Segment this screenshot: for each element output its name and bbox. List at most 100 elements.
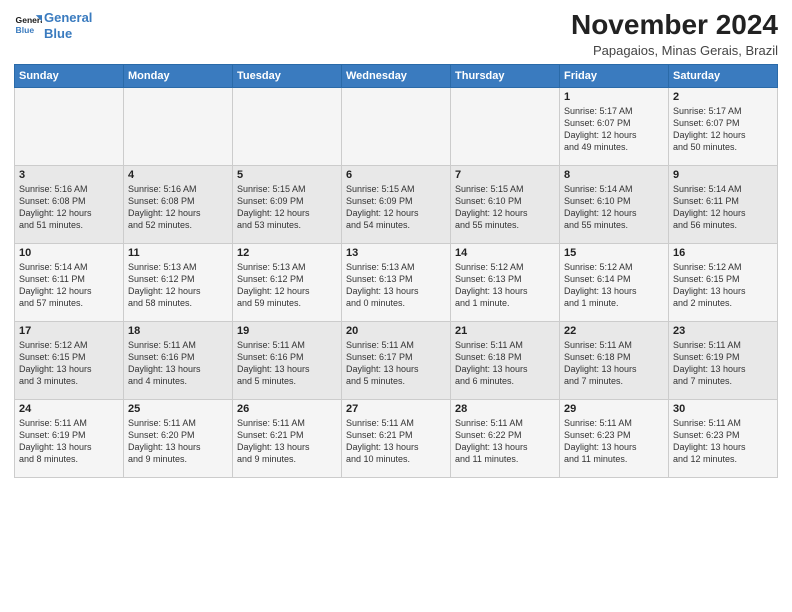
- calendar-cell: 2 Sunrise: 5:17 AM Sunset: 6:07 PM Daylig…: [669, 87, 778, 165]
- calendar-cell: [342, 87, 451, 165]
- calendar-cell: 7 Sunrise: 5:15 AM Sunset: 6:10 PM Daylig…: [451, 165, 560, 243]
- calendar-cell: 1 Sunrise: 5:17 AM Sunset: 6:07 PM Daylig…: [560, 87, 669, 165]
- day-info: Sunrise: 5:13 AM Sunset: 6:13 PM Dayligh…: [346, 261, 446, 310]
- day-info: Sunrise: 5:13 AM Sunset: 6:12 PM Dayligh…: [237, 261, 337, 310]
- day-info: Sunrise: 5:11 AM Sunset: 6:23 PM Dayligh…: [564, 417, 664, 466]
- calendar-cell: 9Sunrise: 5:14 AM Sunset: 6:11 PM Daylig…: [669, 165, 778, 243]
- calendar-cell: 5 Sunrise: 5:15 AM Sunset: 6:09 PM Daylig…: [233, 165, 342, 243]
- logo-text: General Blue: [44, 10, 92, 41]
- day-number: 9: [673, 169, 773, 181]
- weekday-header-friday: Friday: [560, 64, 669, 87]
- calendar-cell: 22 Sunrise: 5:11 AM Sunset: 6:18 PM Dayli…: [560, 321, 669, 399]
- day-number: 18: [128, 325, 228, 337]
- day-number: 15: [564, 247, 664, 259]
- title-block: November 2024 Papagaios, Minas Gerais, B…: [571, 10, 778, 58]
- calendar-cell: 25 Sunrise: 5:11 AM Sunset: 6:20 PM Dayli…: [124, 399, 233, 477]
- calendar-cell: 26Sunrise: 5:11 AM Sunset: 6:21 PM Dayli…: [233, 399, 342, 477]
- day-number: 4: [128, 169, 228, 181]
- day-number: 5: [237, 169, 337, 181]
- day-info: Sunrise: 5:11 AM Sunset: 6:22 PM Dayligh…: [455, 417, 555, 466]
- day-number: 21: [455, 325, 555, 337]
- calendar-cell: 24 Sunrise: 5:11 AM Sunset: 6:19 PM Dayli…: [15, 399, 124, 477]
- weekday-header-monday: Monday: [124, 64, 233, 87]
- day-info: Sunrise: 5:12 AM Sunset: 6:15 PM Dayligh…: [19, 339, 119, 388]
- day-number: 7: [455, 169, 555, 181]
- day-number: 28: [455, 403, 555, 415]
- weekday-header-saturday: Saturday: [669, 64, 778, 87]
- day-info: Sunrise: 5:11 AM Sunset: 6:16 PM Dayligh…: [128, 339, 228, 388]
- calendar-cell: 20Sunrise: 5:11 AM Sunset: 6:17 PM Dayli…: [342, 321, 451, 399]
- calendar-container: General Blue General Blue November 2024 …: [0, 0, 792, 488]
- day-number: 27: [346, 403, 446, 415]
- day-info: Sunrise: 5:11 AM Sunset: 6:20 PM Dayligh…: [128, 417, 228, 466]
- calendar-cell: 21 Sunrise: 5:11 AM Sunset: 6:18 PM Dayli…: [451, 321, 560, 399]
- day-number: 25: [128, 403, 228, 415]
- day-info: Sunrise: 5:11 AM Sunset: 6:16 PM Dayligh…: [237, 339, 337, 388]
- week-row-4: 17Sunrise: 5:12 AM Sunset: 6:15 PM Dayli…: [15, 321, 778, 399]
- day-number: 23: [673, 325, 773, 337]
- weekday-header-thursday: Thursday: [451, 64, 560, 87]
- day-info: Sunrise: 5:11 AM Sunset: 6:18 PM Dayligh…: [455, 339, 555, 388]
- week-row-5: 24 Sunrise: 5:11 AM Sunset: 6:19 PM Dayli…: [15, 399, 778, 477]
- day-number: 14: [455, 247, 555, 259]
- calendar-cell: 6 Sunrise: 5:15 AM Sunset: 6:09 PM Daylig…: [342, 165, 451, 243]
- day-info: Sunrise: 5:15 AM Sunset: 6:09 PM Dayligh…: [346, 183, 446, 232]
- day-info: Sunrise: 5:12 AM Sunset: 6:14 PM Dayligh…: [564, 261, 664, 310]
- calendar-cell: [451, 87, 560, 165]
- calendar-cell: 29 Sunrise: 5:11 AM Sunset: 6:23 PM Dayli…: [560, 399, 669, 477]
- calendar-table: SundayMondayTuesdayWednesdayThursdayFrid…: [14, 64, 778, 478]
- day-info: Sunrise: 5:11 AM Sunset: 6:19 PM Dayligh…: [673, 339, 773, 388]
- calendar-cell: 11 Sunrise: 5:13 AM Sunset: 6:12 PM Dayli…: [124, 243, 233, 321]
- calendar-title: November 2024: [571, 10, 778, 41]
- weekday-row: SundayMondayTuesdayWednesdayThursdayFrid…: [15, 64, 778, 87]
- calendar-cell: 17Sunrise: 5:12 AM Sunset: 6:15 PM Dayli…: [15, 321, 124, 399]
- day-info: Sunrise: 5:15 AM Sunset: 6:10 PM Dayligh…: [455, 183, 555, 232]
- day-number: 6: [346, 169, 446, 181]
- day-info: Sunrise: 5:13 AM Sunset: 6:12 PM Dayligh…: [128, 261, 228, 310]
- calendar-cell: 28 Sunrise: 5:11 AM Sunset: 6:22 PM Dayli…: [451, 399, 560, 477]
- calendar-cell: 30Sunrise: 5:11 AM Sunset: 6:23 PM Dayli…: [669, 399, 778, 477]
- day-number: 2: [673, 91, 773, 103]
- calendar-subtitle: Papagaios, Minas Gerais, Brazil: [571, 43, 778, 58]
- weekday-header-wednesday: Wednesday: [342, 64, 451, 87]
- calendar-body: 1 Sunrise: 5:17 AM Sunset: 6:07 PM Daylig…: [15, 87, 778, 477]
- day-info: Sunrise: 5:11 AM Sunset: 6:19 PM Dayligh…: [19, 417, 119, 466]
- day-number: 16: [673, 247, 773, 259]
- day-info: Sunrise: 5:16 AM Sunset: 6:08 PM Dayligh…: [128, 183, 228, 232]
- day-info: Sunrise: 5:17 AM Sunset: 6:07 PM Dayligh…: [673, 105, 773, 154]
- day-number: 29: [564, 403, 664, 415]
- day-info: Sunrise: 5:11 AM Sunset: 6:18 PM Dayligh…: [564, 339, 664, 388]
- svg-text:Blue: Blue: [16, 25, 35, 35]
- logo-line2: Blue: [44, 26, 72, 41]
- logo-icon: General Blue: [14, 12, 42, 40]
- calendar-cell: 19 Sunrise: 5:11 AM Sunset: 6:16 PM Dayli…: [233, 321, 342, 399]
- calendar-cell: [124, 87, 233, 165]
- logo: General Blue General Blue: [14, 10, 92, 41]
- day-number: 24: [19, 403, 119, 415]
- calendar-cell: 15 Sunrise: 5:12 AM Sunset: 6:14 PM Dayli…: [560, 243, 669, 321]
- day-info: Sunrise: 5:17 AM Sunset: 6:07 PM Dayligh…: [564, 105, 664, 154]
- calendar-cell: 13Sunrise: 5:13 AM Sunset: 6:13 PM Dayli…: [342, 243, 451, 321]
- day-number: 26: [237, 403, 337, 415]
- day-number: 20: [346, 325, 446, 337]
- calendar-cell: 14Sunrise: 5:12 AM Sunset: 6:13 PM Dayli…: [451, 243, 560, 321]
- header: General Blue General Blue November 2024 …: [14, 10, 778, 58]
- week-row-1: 1 Sunrise: 5:17 AM Sunset: 6:07 PM Daylig…: [15, 87, 778, 165]
- calendar-cell: 4 Sunrise: 5:16 AM Sunset: 6:08 PM Daylig…: [124, 165, 233, 243]
- day-number: 12: [237, 247, 337, 259]
- day-info: Sunrise: 5:11 AM Sunset: 6:23 PM Dayligh…: [673, 417, 773, 466]
- day-info: Sunrise: 5:11 AM Sunset: 6:21 PM Dayligh…: [346, 417, 446, 466]
- calendar-cell: [233, 87, 342, 165]
- logo-line1: General: [44, 10, 92, 25]
- week-row-3: 10Sunrise: 5:14 AM Sunset: 6:11 PM Dayli…: [15, 243, 778, 321]
- day-number: 1: [564, 91, 664, 103]
- calendar-cell: 12 Sunrise: 5:13 AM Sunset: 6:12 PM Dayli…: [233, 243, 342, 321]
- weekday-header-tuesday: Tuesday: [233, 64, 342, 87]
- calendar-cell: 27 Sunrise: 5:11 AM Sunset: 6:21 PM Dayli…: [342, 399, 451, 477]
- calendar-cell: 8Sunrise: 5:14 AM Sunset: 6:10 PM Daylig…: [560, 165, 669, 243]
- day-number: 19: [237, 325, 337, 337]
- day-info: Sunrise: 5:15 AM Sunset: 6:09 PM Dayligh…: [237, 183, 337, 232]
- day-number: 22: [564, 325, 664, 337]
- weekday-header-sunday: Sunday: [15, 64, 124, 87]
- day-number: 11: [128, 247, 228, 259]
